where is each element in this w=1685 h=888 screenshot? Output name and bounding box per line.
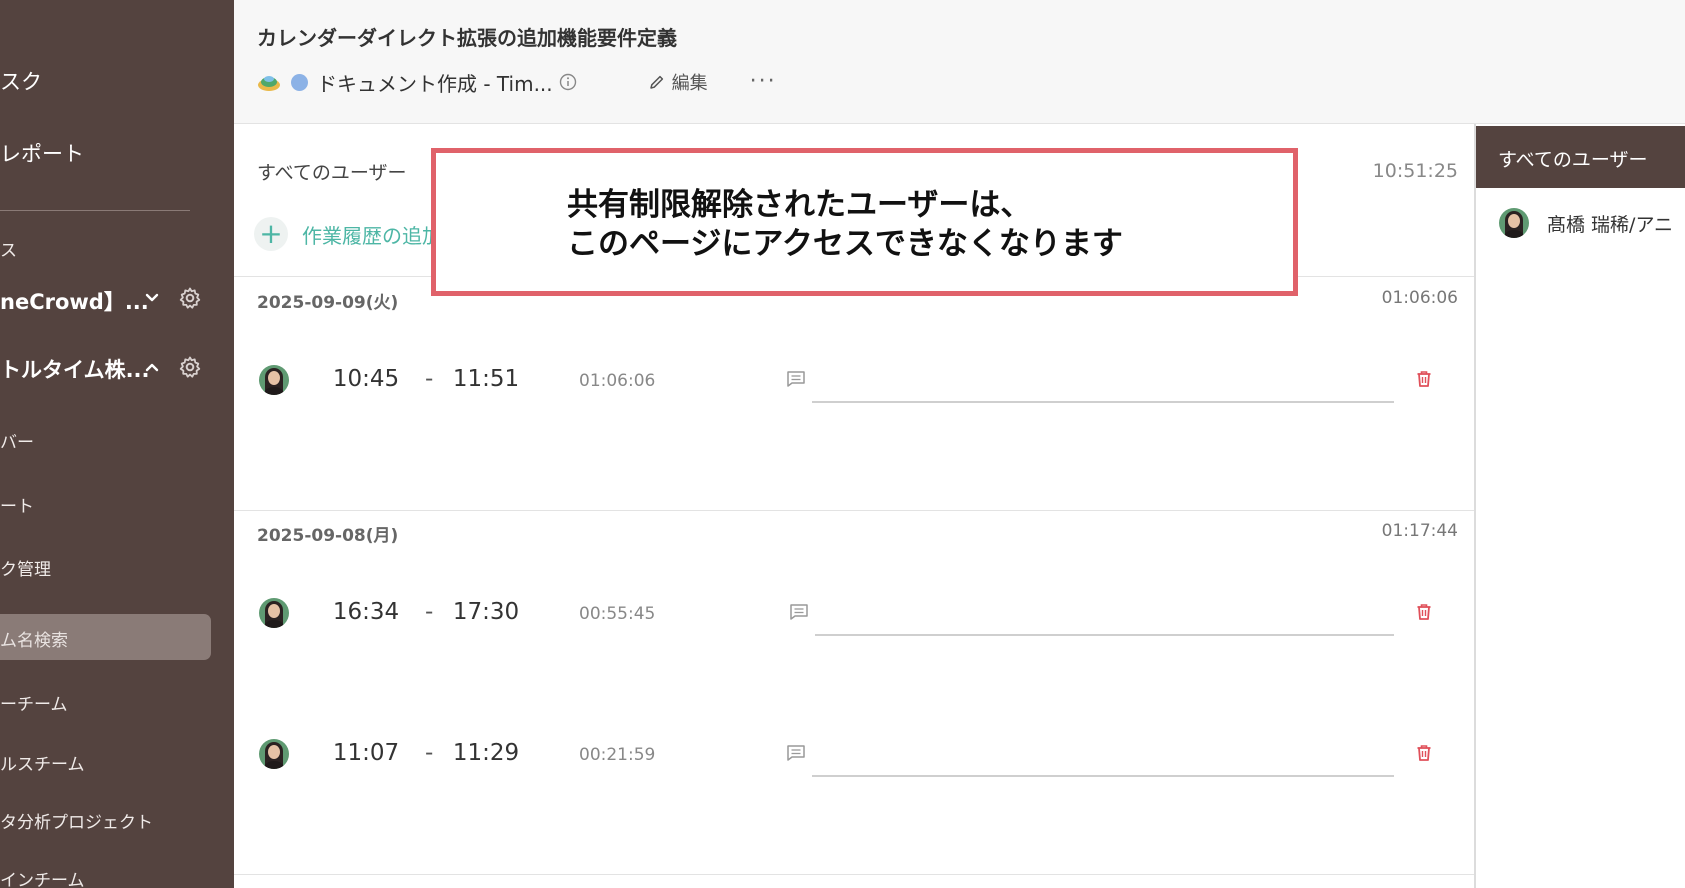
duration: 00:21:59 xyxy=(579,745,656,765)
sidebar-item-label: レポート xyxy=(0,142,84,166)
gear-icon[interactable] xyxy=(178,355,202,379)
comment-input[interactable] xyxy=(815,634,1394,636)
day-total: 01:06:06 xyxy=(1381,288,1458,308)
time-separator: - xyxy=(425,599,434,625)
comment-icon xyxy=(790,604,808,620)
user-panel-header[interactable]: すべてのユーザー xyxy=(1476,126,1685,188)
duration: 01:06:06 xyxy=(579,371,656,391)
avatar xyxy=(1499,208,1529,238)
day-date: 2025-09-08(月) xyxy=(257,526,399,546)
sidebar: スク レポート ス neCrowd】... トルタイム株... バー ート ク管… xyxy=(0,0,234,888)
time-separator: - xyxy=(425,366,434,392)
notice-line-1: 共有制限解除されたユーザーは、 xyxy=(567,187,1032,223)
duration: 00:55:45 xyxy=(579,604,656,624)
trash-icon[interactable] xyxy=(1416,603,1432,621)
sidebar-section-label: ス xyxy=(0,241,17,261)
end-time[interactable]: 17:30 xyxy=(446,599,526,625)
page-header: カレンダーダイレクト拡張の追加機能要件定義 ドキュメント作成 - Tim... … xyxy=(234,0,1685,124)
notice-callout: 共有制限解除されたユーザーは、 このページにアクセスできなくなります xyxy=(431,148,1298,296)
divider xyxy=(234,874,1474,875)
more-options-button[interactable]: ··· xyxy=(750,71,777,93)
avatar xyxy=(259,598,289,628)
comment-icon xyxy=(787,371,805,387)
start-time[interactable]: 11:07 xyxy=(326,740,406,766)
project-color-dot xyxy=(291,73,308,91)
avatar xyxy=(259,365,289,395)
comment-input[interactable] xyxy=(812,775,1394,777)
sidebar-item-label: neCrowd】... xyxy=(0,290,149,314)
sidebar-item-task-manage[interactable]: ク管理 xyxy=(0,555,51,580)
plus-icon: + xyxy=(254,217,288,251)
chevron-down-icon[interactable] xyxy=(144,290,160,306)
end-time[interactable]: 11:51 xyxy=(446,366,526,392)
user-name: 髙橋 瑞稀/アニ xyxy=(1547,213,1674,236)
sidebar-item-label: スク xyxy=(0,70,42,94)
comment-input[interactable] xyxy=(812,401,1394,403)
sidebar-divider xyxy=(0,210,190,211)
team-search-input[interactable]: ム名検索 xyxy=(0,614,211,660)
workspace-1-controls xyxy=(144,286,202,310)
sidebar-item-members[interactable]: バー xyxy=(0,428,34,453)
sidebar-workspace-1[interactable]: neCrowd】... xyxy=(0,286,149,316)
notice-text: 共有制限解除されたユーザーは、 このページにアクセスできなくなります xyxy=(567,186,1123,264)
time-entry-row: 11:07 - 11:29 00:21:59 xyxy=(234,735,1474,777)
user-panel: すべてのユーザー 髙橋 瑞稀/アニ xyxy=(1474,124,1685,888)
avatar xyxy=(259,739,289,769)
edit-label: 編集 xyxy=(671,73,708,94)
trash-icon[interactable] xyxy=(1416,744,1432,762)
day-total: 01:17:44 xyxy=(1381,521,1458,541)
user-filter-label[interactable]: すべてのユーザー xyxy=(257,158,407,185)
sidebar-item-team-2[interactable]: ルスチーム xyxy=(0,750,85,775)
day-date: 2025-09-09(火) xyxy=(257,293,399,313)
divider xyxy=(234,510,1474,511)
pencil-icon xyxy=(649,75,663,89)
sidebar-workspace-2[interactable]: トルタイム株... xyxy=(0,354,150,384)
end-time[interactable]: 11:29 xyxy=(446,740,526,766)
time-entry-row: 10:45 - 11:51 01:06:06 xyxy=(234,361,1474,403)
sidebar-item-team-1[interactable]: ーチーム xyxy=(0,690,68,715)
total-time: 10:51:25 xyxy=(1372,160,1458,182)
workspace-2-controls xyxy=(144,355,202,379)
time-separator: - xyxy=(425,740,434,766)
sidebar-item-tasks[interactable]: スク xyxy=(0,66,42,96)
add-history-label: 作業履歴の追加 xyxy=(302,223,442,248)
page-title: カレンダーダイレクト拡張の追加機能要件定義 xyxy=(257,26,677,50)
header-meta-row: ドキュメント作成 - Tim... 編集 ··· xyxy=(257,68,777,96)
info-icon[interactable] xyxy=(559,73,577,91)
add-history-button[interactable]: + 作業履歴の追加 xyxy=(254,217,442,251)
gear-icon[interactable] xyxy=(178,286,202,310)
comment-icon xyxy=(787,745,805,761)
task-name[interactable]: ドキュメント作成 - Tim... xyxy=(317,68,553,97)
sidebar-item-team-4[interactable]: インチーム xyxy=(0,866,85,888)
notice-line-2: このページにアクセスできなくなります xyxy=(567,226,1123,262)
sidebar-item-report[interactable]: レポート xyxy=(0,138,84,168)
trash-icon[interactable] xyxy=(1416,370,1432,388)
sidebar-item-label: トルタイム株... xyxy=(0,358,150,382)
app-logo-icon xyxy=(258,76,280,91)
edit-button[interactable]: 編集 xyxy=(649,69,708,95)
user-list-item[interactable]: 髙橋 瑞稀/アニ xyxy=(1499,208,1673,238)
sidebar-item-team-3[interactable]: タ分析プロジェクト xyxy=(0,808,153,833)
start-time[interactable]: 10:45 xyxy=(326,366,406,392)
chevron-up-icon[interactable] xyxy=(144,359,160,375)
start-time[interactable]: 16:34 xyxy=(326,599,406,625)
time-entry-row: 16:34 - 17:30 00:55:45 xyxy=(234,594,1474,636)
sidebar-item-report-sub[interactable]: ート xyxy=(0,492,34,517)
